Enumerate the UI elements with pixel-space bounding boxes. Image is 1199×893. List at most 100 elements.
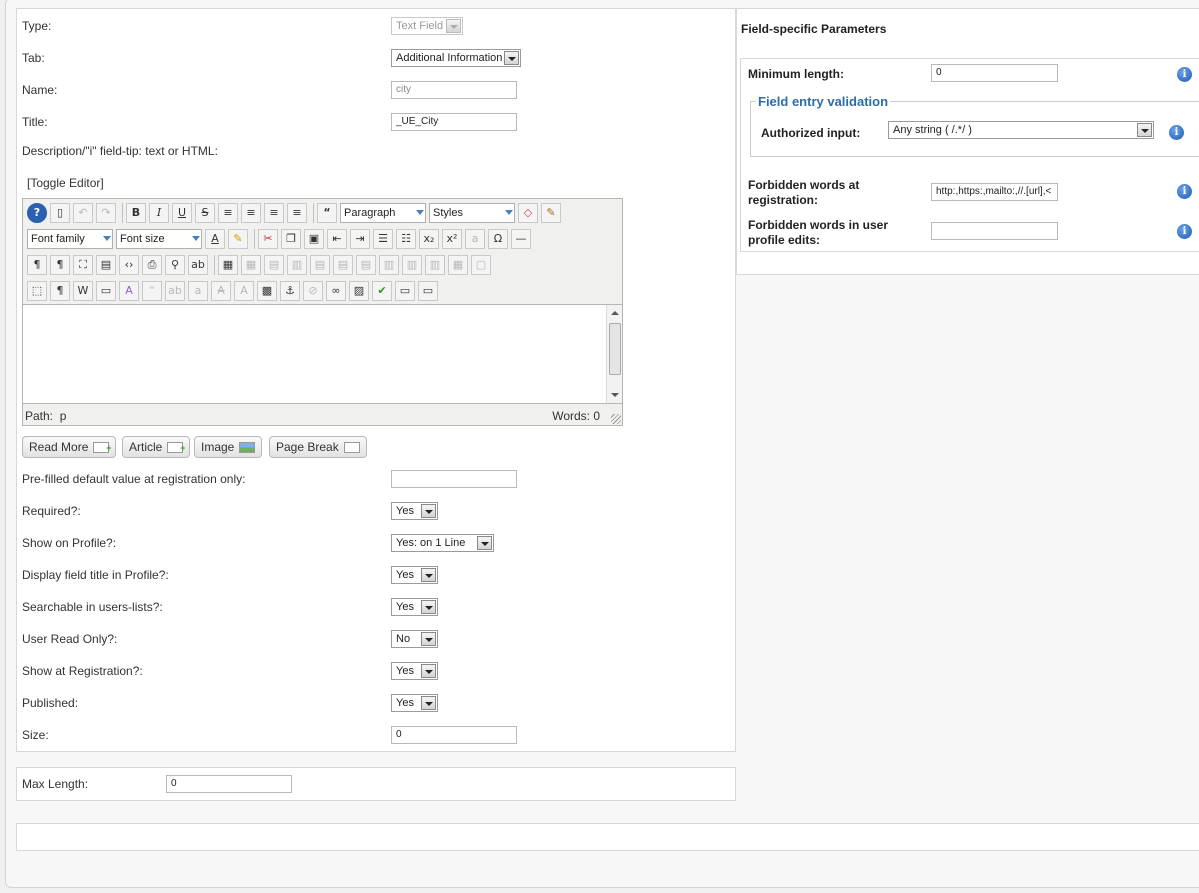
horizontal-rule-icon[interactable]: —	[511, 229, 531, 249]
page-break-button[interactable]: Page Break	[269, 436, 367, 458]
html-source-icon[interactable]: ‹›	[119, 255, 139, 275]
authorized-input-select[interactable]: Any string ( /.*/ )	[888, 121, 1154, 139]
search-icon[interactable]: ⚲	[165, 255, 185, 275]
read-only-select[interactable]: No	[391, 630, 438, 648]
format-select[interactable]: Paragraph	[340, 203, 426, 223]
show-on-profile-select[interactable]: Yes: on 1 Line	[391, 534, 494, 552]
align-left-icon[interactable]: ≡	[264, 203, 284, 223]
max-length-input[interactable]: 0	[166, 775, 292, 793]
info-icon[interactable]: i	[1169, 125, 1184, 140]
editor-scrollbar[interactable]	[606, 305, 622, 403]
outdent-icon[interactable]: ⇤	[327, 229, 347, 249]
eraser-icon[interactable]: ◇	[518, 203, 538, 223]
paste-word-icon[interactable]: W	[73, 281, 93, 301]
forbidden-profile-input[interactable]	[931, 222, 1058, 240]
prefilled-input[interactable]	[391, 470, 517, 488]
font-family-select[interactable]: Font family	[27, 229, 113, 249]
rtl-icon[interactable]: ¶	[50, 255, 70, 275]
replace-icon[interactable]: ab	[188, 255, 208, 275]
bold-icon[interactable]: B	[126, 203, 146, 223]
min-length-input[interactable]: 0	[931, 64, 1058, 82]
published-select[interactable]: Yes	[391, 694, 438, 712]
show-blocks-icon[interactable]: ¶	[50, 281, 70, 301]
styles-props-icon[interactable]: A	[119, 281, 139, 301]
undo-icon[interactable]: ↶	[73, 203, 93, 223]
read-more-button[interactable]: Read More	[22, 436, 117, 458]
preview-icon[interactable]: ▤	[96, 255, 116, 275]
subscript-icon[interactable]: x₂	[419, 229, 439, 249]
toggle-editor-link[interactable]: [Toggle Editor]	[27, 176, 104, 190]
new-document-icon[interactable]: ▯	[50, 203, 70, 223]
path-value[interactable]: p	[60, 409, 67, 423]
name-input[interactable]: city	[391, 81, 517, 99]
highlight-color-icon[interactable]: ✎	[228, 229, 248, 249]
redo-icon[interactable]: ↷	[96, 203, 116, 223]
resize-grip-icon[interactable]	[611, 414, 621, 424]
strikethrough-icon[interactable]: S	[195, 203, 215, 223]
align-justify-icon[interactable]: ≡	[218, 203, 238, 223]
searchable-select[interactable]: Yes	[391, 598, 438, 616]
italic-icon[interactable]: I	[149, 203, 169, 223]
info-icon[interactable]: i	[1177, 184, 1192, 199]
visual-aid-icon[interactable]: ⬚	[27, 281, 47, 301]
cut-icon[interactable]: ✂	[258, 229, 278, 249]
spellcheck-icon[interactable]: ✔	[372, 281, 392, 301]
anchor-icon[interactable]: ⚓	[280, 281, 300, 301]
scroll-down-icon[interactable]	[611, 393, 619, 397]
chevron-down-icon	[446, 19, 461, 33]
info-icon[interactable]: i	[1177, 67, 1192, 82]
tab-label: Tab:	[22, 51, 45, 65]
article-icon	[167, 438, 185, 458]
scroll-thumb[interactable]	[609, 323, 621, 375]
info-icon[interactable]: i	[1177, 224, 1192, 239]
media-icon[interactable]: ▭	[418, 281, 438, 301]
show-registration-select[interactable]: Yes	[391, 662, 438, 680]
required-select[interactable]: Yes	[391, 502, 438, 520]
underline-icon[interactable]: U	[172, 203, 192, 223]
print-icon[interactable]: ⎙	[142, 255, 162, 275]
align-center-icon[interactable]: ≡	[241, 203, 261, 223]
save-icon[interactable]: ▭	[96, 281, 116, 301]
max-length-label: Max Length:	[22, 777, 89, 791]
indent-icon[interactable]: ⇥	[350, 229, 370, 249]
chevron-down-icon	[504, 51, 519, 65]
image-button[interactable]: Image	[194, 436, 263, 458]
special-character-icon[interactable]: Ω	[488, 229, 508, 249]
insert-table-icon[interactable]: ▦	[218, 255, 238, 275]
link-icon[interactable]: ∞	[326, 281, 346, 301]
scroll-up-icon[interactable]	[611, 311, 619, 315]
editor-content-area[interactable]	[23, 304, 622, 404]
type-label: Type:	[22, 19, 52, 33]
page-break-icon	[343, 441, 360, 453]
superscript-icon[interactable]: x²	[442, 229, 462, 249]
template-icon[interactable]: ▩	[257, 281, 277, 301]
insert-row-before-icon: ▤	[310, 255, 330, 275]
image-icon[interactable]: ▨	[349, 281, 369, 301]
insertion-icon: A	[234, 281, 254, 301]
delete-row-icon: ▤	[356, 255, 376, 275]
bullet-list-icon[interactable]: ☷	[396, 229, 416, 249]
help-icon[interactable]: ?	[27, 203, 47, 223]
copy-icon[interactable]: ❐	[281, 229, 301, 249]
align-right-icon[interactable]: ≡	[287, 203, 307, 223]
cleanup-broom-icon[interactable]: ✎	[541, 203, 561, 223]
paste-icon[interactable]: ▣	[304, 229, 324, 249]
cite-icon: “	[142, 281, 162, 301]
ordered-list-icon[interactable]: ☰	[373, 229, 393, 249]
toolbar-separator	[313, 203, 314, 223]
layer-icon[interactable]: ▭	[395, 281, 415, 301]
title-input[interactable]: _UE_City	[391, 113, 517, 131]
chevron-down-icon	[421, 632, 436, 646]
forbidden-registration-input[interactable]: http:,https:,mailto:,//.[url],<	[931, 183, 1058, 201]
tab-select[interactable]: Additional Information	[391, 49, 521, 67]
ltr-icon[interactable]: ¶	[27, 255, 47, 275]
article-button[interactable]: Article	[122, 436, 191, 458]
display-title-select[interactable]: Yes	[391, 566, 438, 584]
styles-select[interactable]: Styles	[429, 203, 515, 223]
font-size-select[interactable]: Font size	[116, 229, 202, 249]
size-input[interactable]: 0	[391, 726, 517, 744]
blockquote-icon[interactable]: “	[317, 203, 337, 223]
fullscreen-icon[interactable]: ⛶	[73, 255, 93, 275]
text-color-icon[interactable]: A	[205, 229, 225, 249]
chevron-down-icon	[477, 536, 492, 550]
